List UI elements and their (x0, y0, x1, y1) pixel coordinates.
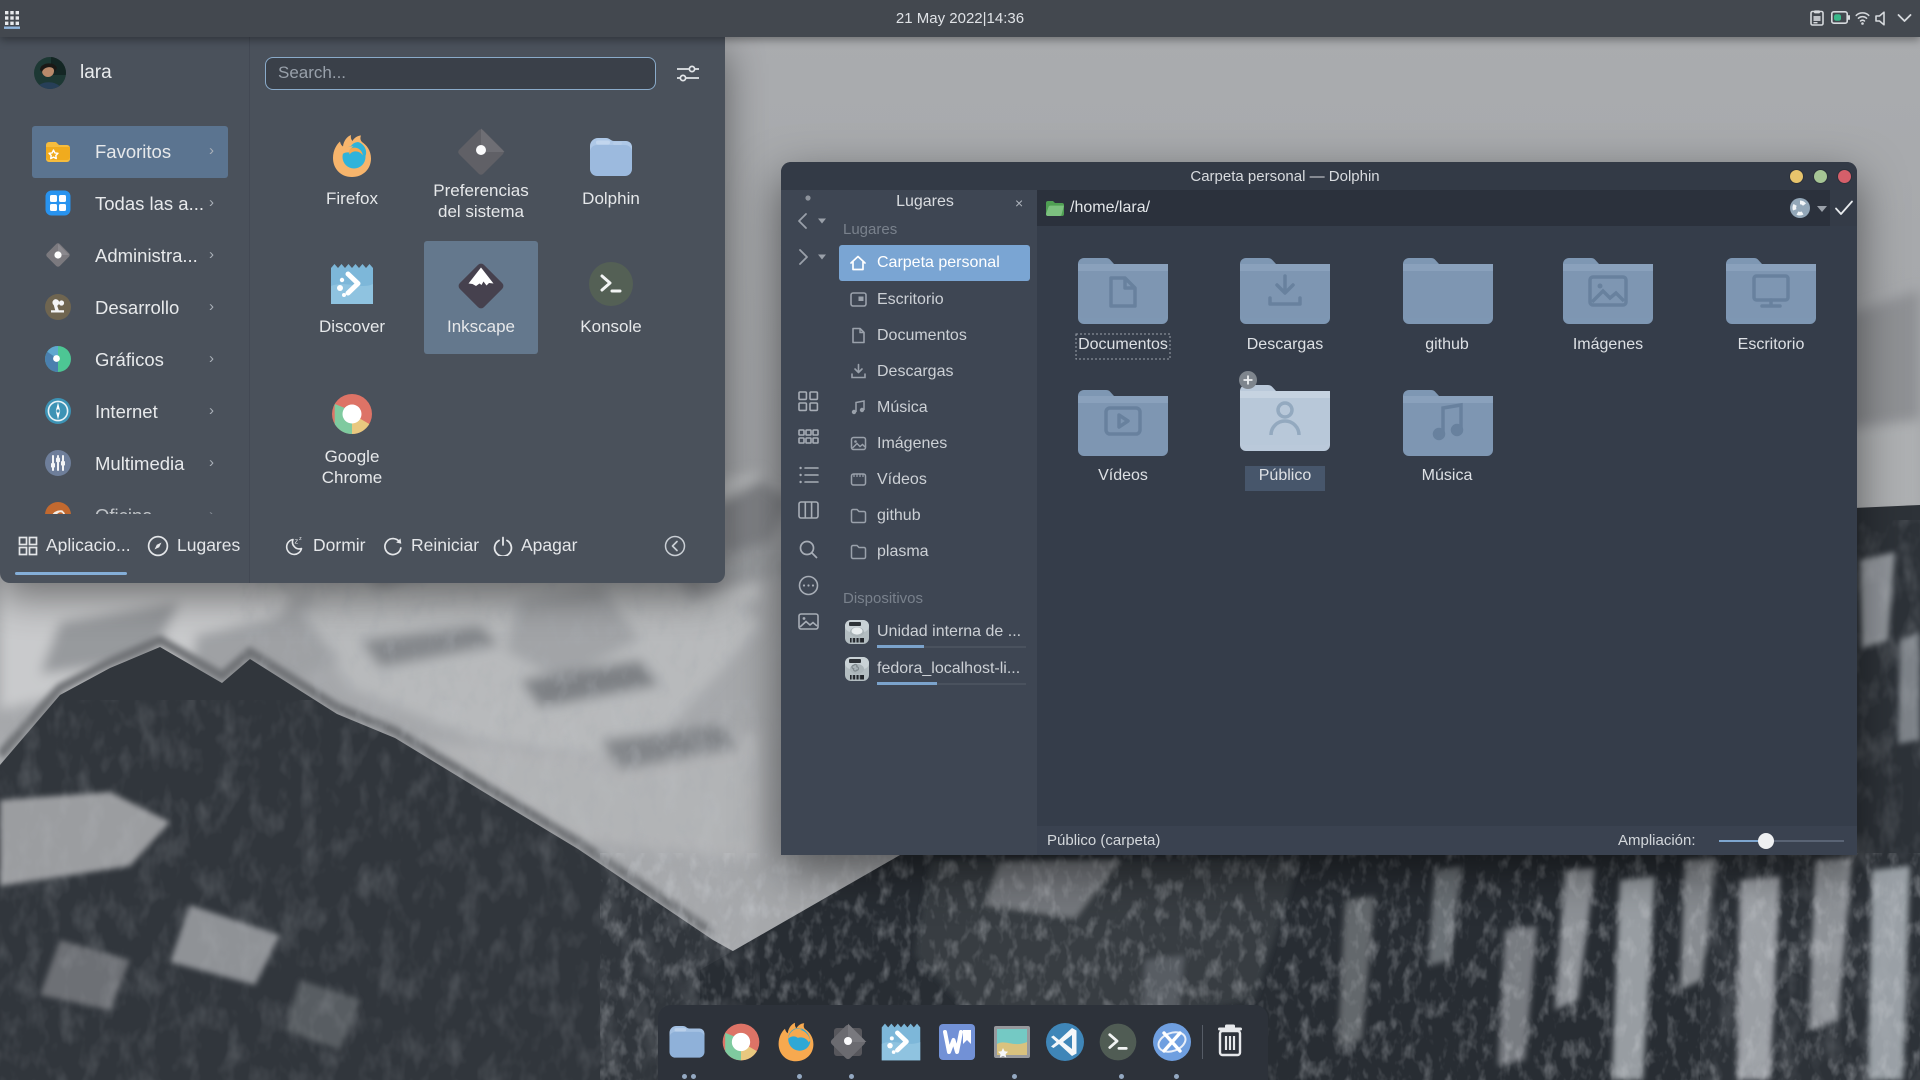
svg-text:z: z (295, 536, 299, 545)
svg-text:z: z (299, 536, 302, 542)
